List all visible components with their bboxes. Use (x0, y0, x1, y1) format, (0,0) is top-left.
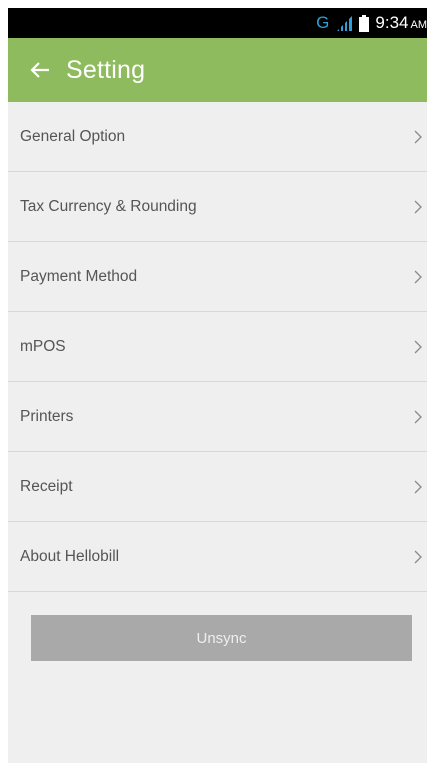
settings-item-label: Tax Currency & Rounding (20, 197, 197, 215)
settings-item-label: Payment Method (20, 267, 138, 285)
settings-item-label: Receipt (20, 477, 73, 495)
arrow-left-icon (30, 62, 49, 78)
settings-item-tax-currency-rounding[interactable]: Tax Currency & Rounding (8, 172, 427, 242)
chevron-right-icon (414, 200, 422, 213)
back-button[interactable] (18, 38, 62, 102)
settings-item-label: General Option (20, 127, 126, 145)
status-bar: G 9:34 AM (8, 8, 427, 38)
chevron-right-icon (414, 340, 422, 353)
settings-item-label: mPOS (20, 337, 66, 355)
settings-list: General Option Tax Currency & Rounding P… (8, 102, 427, 592)
chevron-right-icon (414, 480, 422, 493)
settings-item-payment-method[interactable]: Payment Method (8, 242, 427, 312)
chevron-right-icon (414, 270, 422, 283)
settings-item-about-hellobill[interactable]: About Hellobill (8, 522, 427, 592)
signal-icon (337, 16, 353, 31)
status-icons: G 9:34 AM (316, 8, 427, 38)
settings-item-label: Printers (20, 407, 74, 425)
clock-ampm: AM (410, 19, 427, 31)
network-type-label: G (316, 13, 330, 32)
settings-item-general-option[interactable]: General Option (8, 102, 427, 172)
settings-item-printers[interactable]: Printers (8, 382, 427, 452)
app-screen: G 9:34 AM Setting General Option Tax Cur… (8, 8, 427, 763)
settings-item-label: About Hellobill (20, 547, 120, 565)
app-bar: Setting (8, 38, 427, 102)
clock: 9:34 AM (375, 13, 427, 33)
settings-item-mpos[interactable]: mPOS (8, 312, 427, 382)
chevron-right-icon (414, 130, 422, 143)
page-title: Setting (66, 55, 146, 84)
clock-time: 9:34 (375, 13, 409, 32)
chevron-right-icon (414, 550, 422, 563)
battery-icon (359, 14, 370, 32)
unsync-button[interactable]: Unsync (31, 615, 412, 661)
settings-item-receipt[interactable]: Receipt (8, 452, 427, 522)
chevron-right-icon (414, 410, 422, 423)
